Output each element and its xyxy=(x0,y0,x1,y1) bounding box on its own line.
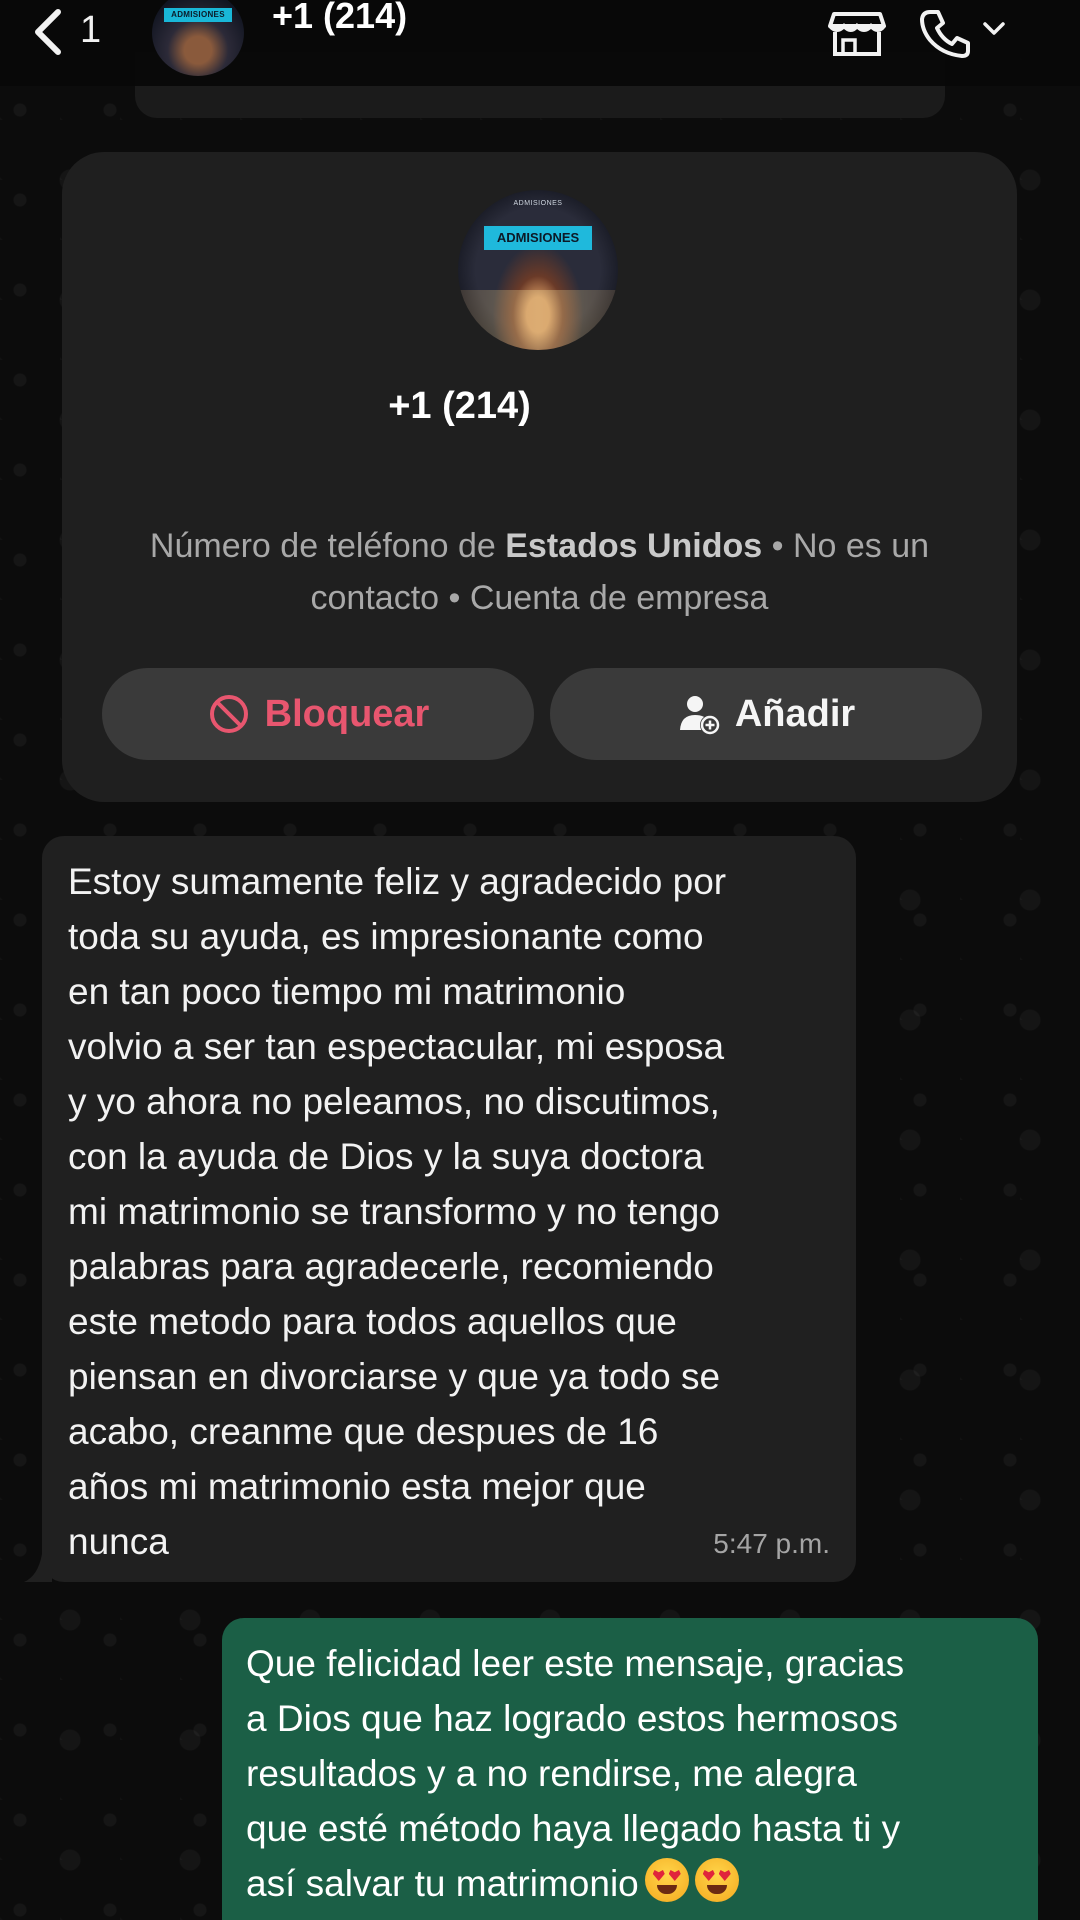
heart-eyes-emoji-icon xyxy=(644,1858,689,1902)
phone-icon[interactable] xyxy=(918,8,974,60)
avatar-photo-lights xyxy=(458,290,618,350)
chat-screen: 1 ADMISIONES +1 (214) ADMISIONES ADMISIO… xyxy=(0,0,1080,1920)
back-count-badge[interactable]: 1 xyxy=(80,8,101,52)
message-body: Que felicidad leer este mensaje, gracias… xyxy=(246,1643,905,1904)
avatar-band-text: ADMISIONES xyxy=(484,226,592,250)
chevron-down-icon[interactable] xyxy=(982,20,1006,38)
avatar[interactable]: ADMISIONES xyxy=(152,0,244,76)
bubble-tail xyxy=(24,1554,52,1582)
contact-phone-number: +1 (214) xyxy=(388,385,531,427)
block-icon xyxy=(209,695,248,733)
desc-country: Estados Unidos xyxy=(505,527,763,565)
incoming-message[interactable]: Estoy sumamente feliz y agradecido por t… xyxy=(24,836,856,1582)
store-icon[interactable] xyxy=(828,10,886,58)
heart-eyes-emoji-icon xyxy=(694,1858,739,1902)
block-label: Bloquear xyxy=(264,692,430,735)
contact-description: Número de teléfono de Estados Unidos • N… xyxy=(92,520,987,624)
message-text: Estoy sumamente feliz y agradecido por t… xyxy=(68,861,727,1562)
add-label: Añadir xyxy=(734,692,856,735)
message-text: Que felicidad leer este mensaje, gracias… xyxy=(246,1636,1018,1911)
contact-avatar[interactable]: ADMISIONES ADMISIONES xyxy=(458,190,618,350)
contact-title[interactable]: +1 (214) xyxy=(272,0,407,36)
block-button[interactable]: Bloquear xyxy=(102,668,534,760)
add-user-icon xyxy=(679,696,720,735)
contact-info-card: ADMISIONES ADMISIONES +1 (214) Número de… xyxy=(62,152,1017,802)
add-contact-button[interactable]: Añadir xyxy=(550,668,982,760)
chat-header: 1 ADMISIONES +1 (214) xyxy=(0,0,1080,86)
outgoing-message[interactable]: Que felicidad leer este mensaje, gracias… xyxy=(222,1618,1038,1920)
chevron-left-icon[interactable] xyxy=(28,6,68,58)
avatar-small-text: ADMISIONES xyxy=(513,200,563,207)
message-time: 5:47 p.m. xyxy=(713,1528,830,1559)
desc-part-1: Número de teléfono de xyxy=(149,527,506,565)
avatar-band-text: ADMISIONES xyxy=(164,8,232,22)
